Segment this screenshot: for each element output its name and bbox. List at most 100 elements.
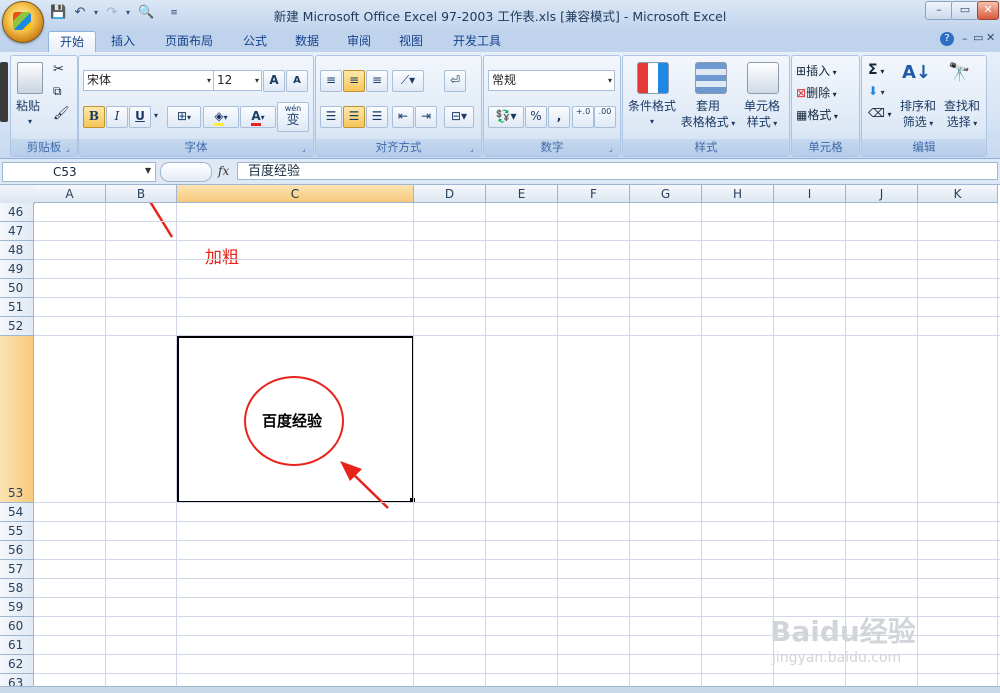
row-header-50[interactable]: 50 xyxy=(0,279,34,298)
column-header-g[interactable]: G xyxy=(630,185,702,203)
row-header-56[interactable]: 56 xyxy=(0,541,34,560)
italic-button[interactable]: I xyxy=(106,106,128,128)
format-as-table-label-2[interactable]: 表格格式 ▾ xyxy=(677,114,739,132)
row-header-46[interactable]: 46 xyxy=(0,203,34,222)
tab-review[interactable]: 审阅 xyxy=(336,31,382,52)
row-header-48[interactable]: 48 xyxy=(0,241,34,260)
ribbon-minimize-icon[interactable]: – xyxy=(962,32,968,45)
comma-button[interactable]: , xyxy=(548,106,570,128)
align-bottom-button[interactable]: ≡ xyxy=(366,70,388,92)
column-header-h[interactable]: H xyxy=(702,185,774,203)
find-select-label-2[interactable]: 选择 ▾ xyxy=(940,114,984,132)
tab-home[interactable]: 开始 xyxy=(48,31,97,53)
align-left-button[interactable]: ☰ xyxy=(320,106,342,128)
row-header-60[interactable]: 60 xyxy=(0,617,34,636)
office-button[interactable] xyxy=(2,1,44,43)
align-middle-button[interactable]: ≡ xyxy=(343,70,365,92)
row-header-53[interactable]: 53 xyxy=(0,336,34,503)
font-color-button[interactable]: A▾ xyxy=(240,106,276,128)
number-format-select[interactable]: 常规 ▾ xyxy=(488,70,615,91)
paste-label[interactable]: 粘贴 xyxy=(11,98,45,114)
autosum-button[interactable]: Σ ▾ xyxy=(868,62,884,78)
increase-decimal-button[interactable]: +.0 xyxy=(572,106,594,128)
phonetic-button[interactable]: wén 变 xyxy=(277,102,309,132)
delete-cells-button[interactable]: ⊠删除 ▾ xyxy=(796,84,837,101)
row-header-57[interactable]: 57 xyxy=(0,560,34,579)
accounting-format-button[interactable]: 💱▾ xyxy=(488,106,524,128)
increase-indent-button[interactable]: ⇥ xyxy=(415,106,437,128)
sort-filter-label-2[interactable]: 筛选 ▾ xyxy=(896,114,940,132)
close-button[interactable]: ✕ xyxy=(977,1,999,20)
alignment-launcher-icon[interactable]: ⌟ xyxy=(470,144,479,153)
underline-button[interactable]: U xyxy=(129,106,151,128)
restore-button[interactable]: ▭ xyxy=(951,1,979,20)
row-header-52[interactable]: 52 xyxy=(0,317,34,336)
cell-styles-label-1[interactable]: 单元格 xyxy=(735,98,789,114)
format-as-table-icon[interactable] xyxy=(695,62,727,94)
grow-font-button[interactable]: A xyxy=(263,70,285,92)
insert-function-button[interactable]: fx xyxy=(218,163,234,179)
merge-center-button[interactable]: ⊟▾ xyxy=(444,106,474,128)
row-header-47[interactable]: 47 xyxy=(0,222,34,241)
row-header-55[interactable]: 55 xyxy=(0,522,34,541)
tab-insert[interactable]: 插入 xyxy=(100,31,146,52)
tab-developer[interactable]: 开发工具 xyxy=(442,31,512,52)
tab-data[interactable]: 数据 xyxy=(284,31,330,52)
border-button[interactable]: ⊞▾ xyxy=(167,106,201,128)
find-select-label-1[interactable]: 查找和 xyxy=(940,98,984,114)
decrease-indent-button[interactable]: ⇤ xyxy=(392,106,414,128)
row-header-49[interactable]: 49 xyxy=(0,260,34,279)
paste-icon[interactable] xyxy=(17,62,43,94)
row-header-58[interactable]: 58 xyxy=(0,579,34,598)
worksheet-grid[interactable]: 百度经验 加粗 Baidu经验 jingyan.baidu.com ABCDEF… xyxy=(0,185,1000,692)
fill-color-button[interactable]: ◈▾ xyxy=(203,106,239,128)
column-header-d[interactable]: D xyxy=(414,185,486,203)
column-header-i[interactable]: I xyxy=(774,185,846,203)
column-header-j[interactable]: J xyxy=(846,185,918,203)
column-header-b[interactable]: B xyxy=(106,185,177,203)
column-header-a[interactable]: A xyxy=(34,185,106,203)
shrink-font-button[interactable]: A xyxy=(286,70,308,92)
tab-formulas[interactable]: 公式 xyxy=(232,31,278,52)
sort-filter-icon[interactable]: A↓ xyxy=(902,62,931,83)
decrease-decimal-button[interactable]: .00 xyxy=(594,106,616,128)
minimize-button[interactable]: – xyxy=(925,1,953,20)
format-painter-icon[interactable]: 🖌 xyxy=(53,106,70,121)
row-header-59[interactable]: 59 xyxy=(0,598,34,617)
align-center-button[interactable]: ☰ xyxy=(343,106,365,128)
cut-icon[interactable]: ✂ xyxy=(53,62,64,77)
conditional-formatting-dropdown-icon[interactable]: ▾ xyxy=(647,114,657,130)
conditional-formatting-icon[interactable] xyxy=(637,62,669,94)
align-top-button[interactable]: ≡ xyxy=(320,70,342,92)
percent-button[interactable]: % xyxy=(525,106,547,128)
row-header-61[interactable]: 61 xyxy=(0,636,34,655)
font-size-select[interactable]: 12 ▾ xyxy=(213,70,262,91)
font-launcher-icon[interactable]: ⌟ xyxy=(302,144,311,153)
conditional-formatting-button[interactable]: 条件格式 xyxy=(625,98,679,114)
row-header-54[interactable]: 54 xyxy=(0,503,34,522)
column-header-e[interactable]: E xyxy=(486,185,558,203)
align-right-button[interactable]: ☰ xyxy=(366,106,388,128)
workbook-close-icon[interactable]: ✕ xyxy=(986,31,995,44)
orientation-button[interactable]: ⟋▾ xyxy=(392,70,424,92)
number-launcher-icon[interactable]: ⌟ xyxy=(609,144,618,153)
copy-icon[interactable]: ⧉ xyxy=(53,84,62,99)
row-header-51[interactable]: 51 xyxy=(0,298,34,317)
formula-bar-expand-handle[interactable] xyxy=(160,162,212,182)
ribbon-restore-icon[interactable]: ▭ xyxy=(973,31,983,44)
name-box-dropdown-icon[interactable]: ▼ xyxy=(145,162,155,180)
find-select-icon[interactable]: 🔭 xyxy=(948,62,970,83)
font-name-select[interactable]: 宋体 ▾ xyxy=(83,70,214,91)
help-icon[interactable]: ? xyxy=(940,32,954,46)
bold-button[interactable]: B xyxy=(83,106,105,128)
fill-button[interactable]: ⬇ ▾ xyxy=(868,84,885,98)
insert-cells-button[interactable]: ⊞插入 ▾ xyxy=(796,62,837,79)
column-header-f[interactable]: F xyxy=(558,185,630,203)
cell-styles-icon[interactable] xyxy=(747,62,779,94)
formula-input[interactable]: 百度经验 xyxy=(237,162,998,180)
tab-page-layout[interactable]: 页面布局 xyxy=(154,31,224,52)
tab-view[interactable]: 视图 xyxy=(388,31,434,52)
clipboard-launcher-icon[interactable]: ⌟ xyxy=(66,144,75,153)
format-as-table-label-1[interactable]: 套用 xyxy=(681,98,735,114)
sort-filter-label-1[interactable]: 排序和 xyxy=(896,98,940,114)
